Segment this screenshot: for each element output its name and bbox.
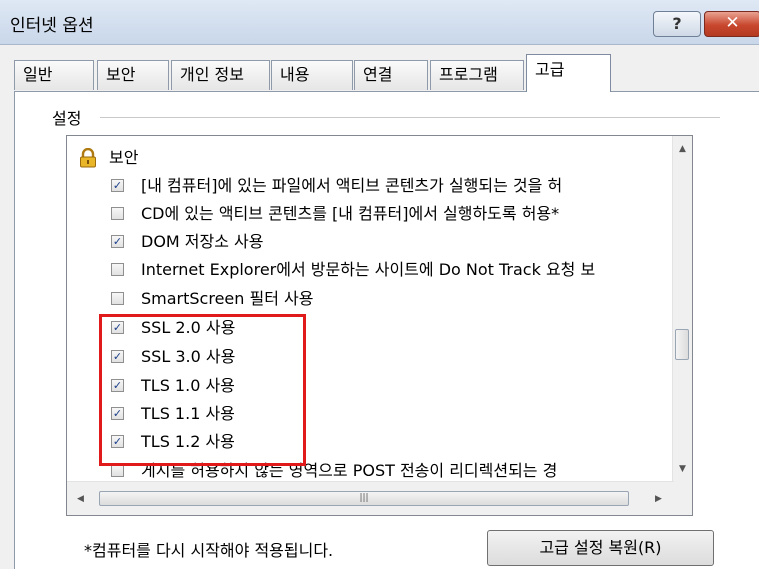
setting-label: TLS 1.1 사용 <box>141 404 235 423</box>
setting-label: SSL 2.0 사용 <box>141 318 236 337</box>
checkbox[interactable]: ✓ <box>111 379 124 392</box>
tab-strip: 일반 보안 개인 정보 내용 연결 프로그램 고급 <box>0 54 759 96</box>
checkbox[interactable] <box>111 464 124 477</box>
setting-label: CD에 있는 액티브 콘텐츠를 [내 컴퓨터]에서 실행하도록 허용* <box>141 204 560 223</box>
setting-label: 게시를 허용하지 않는 영역으로 POST 전송이 리디렉션되는 경 <box>141 461 558 480</box>
settings-tree[interactable]: 보안 ✓ [내 컴퓨터]에 있는 파일에서 액티브 콘텐츠가 실행되는 것을 허… <box>66 135 693 516</box>
setting-item-tls12[interactable]: ✓ TLS 1.2 사용 <box>67 428 674 456</box>
tab-general[interactable]: 일반 <box>14 60 94 90</box>
checkbox[interactable]: ✓ <box>111 235 124 248</box>
restart-note: *컴퓨터를 다시 시작해야 적용됩니다. <box>84 541 334 560</box>
category-security[interactable]: 보안 <box>67 144 674 172</box>
setting-label: SmartScreen 필터 사용 <box>141 289 314 308</box>
setting-label: SSL 3.0 사용 <box>141 347 236 366</box>
setting-label: DOM 저장소 사용 <box>141 232 264 251</box>
horizontal-scroll-thumb[interactable]: ||| <box>99 491 629 506</box>
setting-label: TLS 1.0 사용 <box>141 376 235 395</box>
setting-item-ssl2[interactable]: ✓ SSL 2.0 사용 <box>67 314 674 342</box>
tab-programs[interactable]: 프로그램 <box>430 60 524 90</box>
scroll-left-arrow-icon[interactable]: ◀ <box>71 490 90 508</box>
vertical-scroll-thumb[interactable] <box>675 329 689 360</box>
category-label: 보안 <box>109 148 139 167</box>
scroll-right-arrow-icon[interactable]: ▶ <box>649 490 668 508</box>
tab-connections[interactable]: 연결 <box>354 60 428 90</box>
scrollbar-corner <box>673 482 692 515</box>
group-divider <box>100 117 720 118</box>
checkbox[interactable] <box>111 207 124 220</box>
restore-advanced-settings-button[interactable]: 고급 설정 복원(R) <box>487 530 714 566</box>
checkbox[interactable]: ✓ <box>111 435 124 448</box>
title-bar: 인터넷 옵션 ? ✕ <box>0 0 759 45</box>
checkbox[interactable] <box>111 263 124 276</box>
setting-item-tls10[interactable]: ✓ TLS 1.0 사용 <box>67 372 674 400</box>
setting-label: Internet Explorer에서 방문하는 사이트에 Do Not Tra… <box>141 260 596 279</box>
setting-item[interactable]: ✓ [내 컴퓨터]에 있는 파일에서 액티브 콘텐츠가 실행되는 것을 허 <box>67 172 674 200</box>
setting-item[interactable]: Internet Explorer에서 방문하는 사이트에 Do Not Tra… <box>67 256 674 284</box>
close-button[interactable]: ✕ <box>704 11 759 37</box>
checkbox[interactable]: ✓ <box>111 350 124 363</box>
setting-label: TLS 1.2 사용 <box>141 432 235 451</box>
tab-security[interactable]: 보안 <box>97 60 169 90</box>
tab-advanced[interactable]: 고급 <box>526 54 611 92</box>
checkbox[interactable]: ✓ <box>111 179 124 192</box>
setting-item-ssl3[interactable]: ✓ SSL 3.0 사용 <box>67 343 674 371</box>
settings-group-label: 설정 <box>48 105 86 129</box>
checkbox[interactable]: ✓ <box>111 321 124 334</box>
tab-privacy[interactable]: 개인 정보 <box>171 60 270 90</box>
vertical-scrollbar[interactable]: ▲ ▼ <box>672 136 692 482</box>
lock-icon <box>80 148 96 168</box>
checkbox[interactable] <box>111 292 124 305</box>
setting-item[interactable]: CD에 있는 액티브 콘텐츠를 [내 컴퓨터]에서 실행하도록 허용* <box>67 200 674 228</box>
scroll-down-arrow-icon[interactable]: ▼ <box>673 460 692 478</box>
setting-item[interactable]: ✓ DOM 저장소 사용 <box>67 228 674 256</box>
setting-item[interactable]: 게시를 허용하지 않는 영역으로 POST 전송이 리디렉션되는 경 <box>67 457 674 482</box>
setting-item-tls11[interactable]: ✓ TLS 1.1 사용 <box>67 400 674 428</box>
scroll-up-arrow-icon[interactable]: ▲ <box>673 140 692 158</box>
checkbox[interactable]: ✓ <box>111 407 124 420</box>
window-title: 인터넷 옵션 <box>10 16 94 36</box>
help-button[interactable]: ? <box>653 11 701 37</box>
horizontal-scrollbar[interactable]: ◀ ||| ▶ <box>67 481 674 515</box>
tab-content[interactable]: 내용 <box>271 60 353 90</box>
setting-label: [내 컴퓨터]에 있는 파일에서 액티브 콘텐츠가 실행되는 것을 허 <box>141 176 563 195</box>
settings-list: 보안 ✓ [내 컴퓨터]에 있는 파일에서 액티브 콘텐츠가 실행되는 것을 허… <box>67 136 674 482</box>
setting-item[interactable]: SmartScreen 필터 사용 <box>67 285 674 313</box>
